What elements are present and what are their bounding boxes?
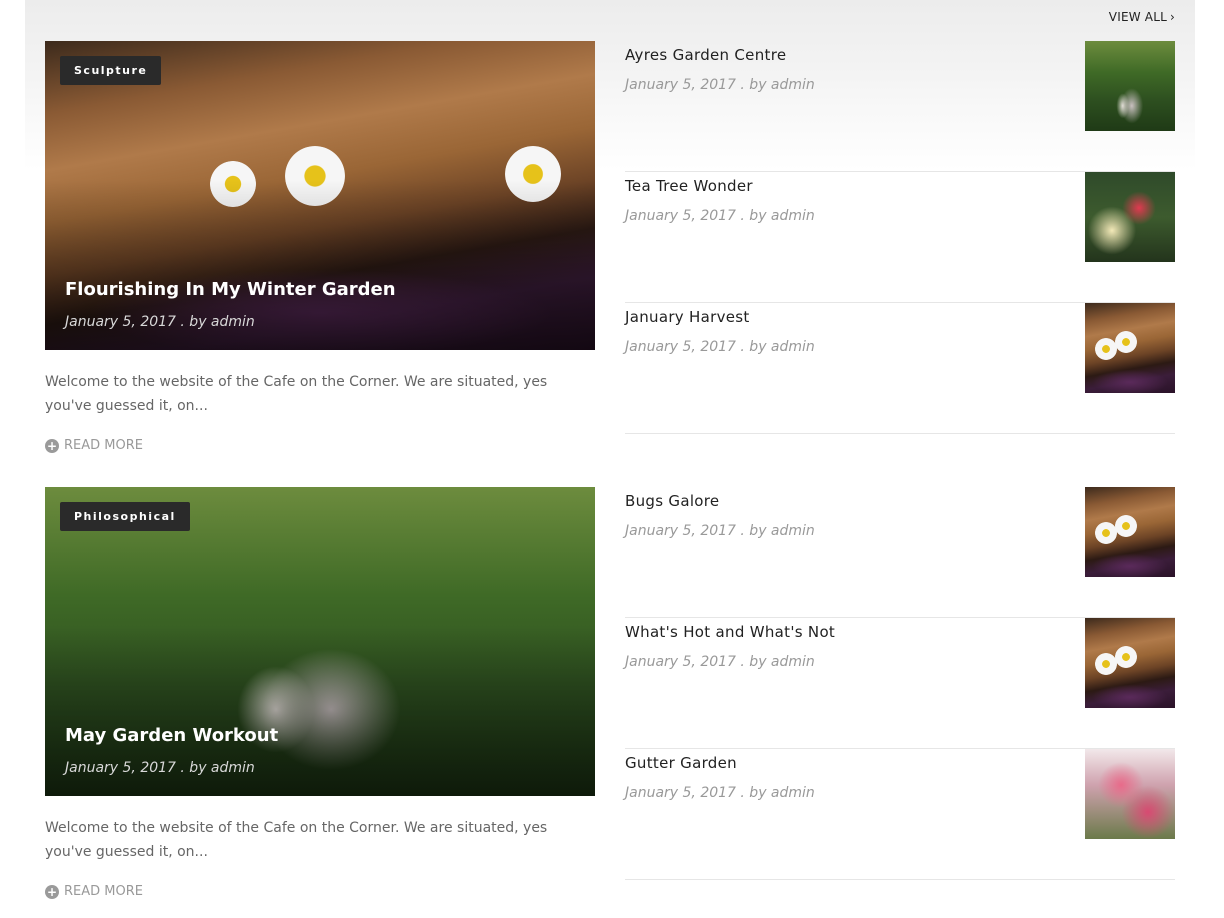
post-thumbnail[interactable]: [1085, 749, 1175, 839]
chevron-right-icon: ›: [1170, 10, 1175, 24]
image-overlay: [45, 41, 595, 350]
post-meta: January 5, 2017 . by admin: [625, 654, 815, 670]
featured-post-title[interactable]: May Garden Workout: [65, 725, 278, 746]
list-item[interactable]: What's Hot and What's Not January 5, 201…: [625, 618, 1175, 749]
featured-post-excerpt: Welcome to the website of the Cafe on th…: [45, 374, 548, 414]
post-title[interactable]: What's Hot and What's Not: [625, 623, 835, 641]
post-title[interactable]: Gutter Garden: [625, 754, 737, 772]
featured-post-excerpt: Welcome to the website of the Cafe on th…: [45, 820, 548, 860]
category-badge[interactable]: Philosophical: [60, 502, 190, 531]
featured-post-title[interactable]: Flourishing In My Winter Garden: [65, 279, 396, 300]
image-overlay: [45, 487, 595, 796]
list-item[interactable]: Bugs Galore January 5, 2017 . by admin: [625, 487, 1175, 618]
post-meta: January 5, 2017 . by admin: [625, 785, 815, 801]
read-more-label: READ MORE: [64, 884, 143, 899]
post-list: Ayres Garden Centre January 5, 2017 . by…: [625, 41, 1175, 434]
post-thumbnail[interactable]: [1085, 172, 1175, 262]
plus-circle-icon: +: [45, 884, 59, 899]
featured-post-meta: January 5, 2017 . by admin: [65, 314, 255, 330]
featured-post-meta: January 5, 2017 . by admin: [65, 760, 255, 776]
post-title[interactable]: January Harvest: [625, 308, 750, 326]
post-meta: January 5, 2017 . by admin: [625, 339, 815, 355]
post-thumbnail[interactable]: [1085, 41, 1175, 131]
view-all-link[interactable]: VIEW ALL ›: [1109, 10, 1175, 24]
featured-post-image[interactable]: Philosophical May Garden Workout January…: [45, 487, 595, 796]
featured-post-image[interactable]: Sculpture Flourishing In My Winter Garde…: [45, 41, 595, 350]
post-title[interactable]: Bugs Galore: [625, 492, 719, 510]
post-thumbnail[interactable]: [1085, 618, 1175, 708]
post-meta: January 5, 2017 . by admin: [625, 523, 815, 539]
post-meta: January 5, 2017 . by admin: [625, 77, 815, 93]
post-title[interactable]: Tea Tree Wonder: [625, 177, 753, 195]
post-title[interactable]: Ayres Garden Centre: [625, 46, 786, 64]
featured-post: Sculpture Flourishing In My Winter Garde…: [45, 41, 595, 453]
post-thumbnail[interactable]: [1085, 487, 1175, 577]
post-meta: January 5, 2017 . by admin: [625, 208, 815, 224]
plus-circle-icon: +: [45, 438, 59, 453]
list-item[interactable]: January Harvest January 5, 2017 . by adm…: [625, 303, 1175, 434]
read-more-link[interactable]: + READ MORE: [45, 884, 595, 899]
read-more-link[interactable]: + READ MORE: [45, 438, 595, 453]
list-item[interactable]: Ayres Garden Centre January 5, 2017 . by…: [625, 41, 1175, 172]
read-more-label: READ MORE: [64, 438, 143, 453]
view-all-label: VIEW ALL: [1108, 10, 1167, 24]
featured-post: Philosophical May Garden Workout January…: [45, 487, 595, 899]
post-list: Bugs Galore January 5, 2017 . by admin W…: [625, 487, 1175, 880]
list-item[interactable]: Gutter Garden January 5, 2017 . by admin: [625, 749, 1175, 880]
post-thumbnail[interactable]: [1085, 303, 1175, 393]
category-badge[interactable]: Sculpture: [60, 56, 162, 85]
list-item[interactable]: Tea Tree Wonder January 5, 2017 . by adm…: [625, 172, 1175, 303]
